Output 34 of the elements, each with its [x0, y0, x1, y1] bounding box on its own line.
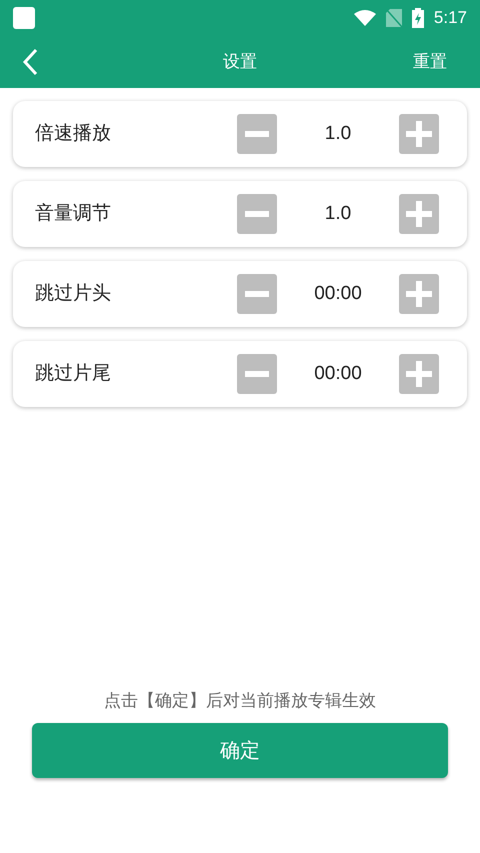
- plus-button[interactable]: [399, 354, 439, 394]
- page-title: 设置: [223, 50, 257, 73]
- plus-icon: [406, 361, 432, 387]
- plus-icon: [406, 121, 432, 147]
- plus-button[interactable]: [399, 194, 439, 234]
- minus-icon: [245, 211, 269, 217]
- minus-button[interactable]: [237, 354, 277, 394]
- setting-label: 跳过片头: [35, 282, 111, 306]
- plus-button[interactable]: [399, 114, 439, 154]
- plus-button[interactable]: [399, 274, 439, 314]
- confirm-button[interactable]: 确定: [32, 723, 448, 778]
- battery-icon: [412, 8, 424, 28]
- setting-value: 1.0: [324, 122, 352, 146]
- no-sim-icon: [386, 8, 402, 26]
- minus-button[interactable]: [237, 194, 277, 234]
- wifi-icon: [354, 10, 376, 26]
- setting-label: 倍速播放: [35, 122, 111, 146]
- reset-button[interactable]: 重置: [413, 49, 447, 74]
- status-time: 5:17: [434, 6, 467, 29]
- minus-button[interactable]: [237, 274, 277, 314]
- minus-button[interactable]: [237, 114, 277, 154]
- hint-text: 点击【确定】后对当前播放专辑生效: [103, 690, 377, 712]
- plus-icon: [406, 201, 432, 227]
- notification-icon: [13, 6, 35, 28]
- setting-value: 00:00: [313, 362, 363, 386]
- setting-label: 跳过片尾: [35, 362, 111, 386]
- minus-icon: [245, 291, 269, 297]
- setting-value: 1.0: [324, 202, 352, 226]
- plus-icon: [406, 281, 432, 307]
- setting-label: 音量调节: [35, 202, 111, 226]
- back-icon: [22, 48, 38, 76]
- minus-icon: [245, 131, 269, 137]
- setting-value: 00:00: [313, 282, 363, 306]
- minus-icon: [245, 371, 269, 377]
